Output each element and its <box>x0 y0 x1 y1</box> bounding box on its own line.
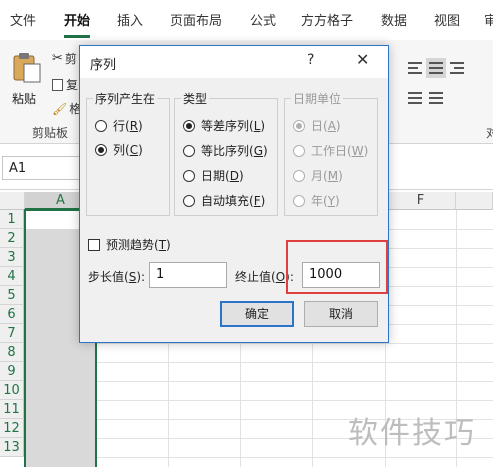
radio-date[interactable]: 日期(D) <box>183 167 244 184</box>
radio-linear[interactable]: 等差序列(L) <box>183 117 265 134</box>
row-header[interactable]: 3 <box>0 248 24 267</box>
radio-year[interactable]: 年(Y) <box>293 192 340 209</box>
decrease-indent-icon[interactable] <box>405 88 425 108</box>
date-unit-legend: 日期单位 <box>291 90 344 107</box>
column-header-f[interactable]: F <box>386 192 456 210</box>
copy-icon <box>52 78 63 91</box>
radio-button[interactable] <box>183 144 195 157</box>
radio-button[interactable] <box>293 169 305 182</box>
dialog-title: 序列 <box>90 58 117 73</box>
watermark: 软件技巧 <box>348 416 476 451</box>
row-header[interactable]: 1 <box>0 210 24 229</box>
row-header[interactable]: 2 <box>0 229 24 248</box>
scissors-icon: ✂ <box>52 51 63 66</box>
tab-formulas[interactable]: 公式 <box>250 10 276 32</box>
radio-button[interactable] <box>183 169 195 182</box>
radio-button[interactable] <box>95 119 107 132</box>
row-header[interactable]: 8 <box>0 343 24 362</box>
tab-home[interactable]: 开始 <box>64 10 91 38</box>
ribbon-tabs: 文件 开始 插入 页面布局 公式 方方格子 数据 视图 审 <box>0 0 493 40</box>
step-label: 步长值(S): <box>88 270 146 284</box>
radio-button[interactable] <box>293 144 305 157</box>
increase-indent-icon[interactable] <box>426 88 446 108</box>
row-header[interactable]: 7 <box>0 324 24 343</box>
dialog-titlebar[interactable]: 序列 ? ✕ <box>80 46 388 78</box>
paste-icon <box>13 53 41 83</box>
help-icon[interactable]: ? <box>307 52 314 68</box>
radio-rows[interactable]: 行(R) <box>95 117 143 134</box>
radio-columns[interactable]: 列(C) <box>95 141 143 158</box>
radio-button[interactable] <box>183 194 195 207</box>
row-header[interactable]: 9 <box>0 362 24 381</box>
radio-weekday[interactable]: 工作日(W) <box>293 142 368 159</box>
row-header[interactable]: 12 <box>0 419 24 438</box>
row-header[interactable]: 5 <box>0 286 24 305</box>
brush-icon: 🖌 <box>52 101 68 116</box>
radio-button[interactable] <box>183 119 195 132</box>
name-box[interactable]: A1 <box>2 156 90 180</box>
series-dialog: 序列 ? ✕ 序列产生在 行(R) 列(C) 类型 等差序列(L) 等比序列(G… <box>79 45 389 343</box>
select-all-corner[interactable] <box>0 192 25 210</box>
column-header-g[interactable] <box>456 192 493 210</box>
row-header[interactable]: 6 <box>0 305 24 324</box>
close-icon[interactable]: ✕ <box>356 50 369 69</box>
radio-month[interactable]: 月(M) <box>293 167 343 184</box>
ok-button[interactable]: 确定 <box>220 301 294 327</box>
type-legend: 类型 <box>181 90 210 107</box>
series-in-group: 序列产生在 行(R) 列(C) <box>86 90 170 216</box>
tab-fangfang[interactable]: 方方格子 <box>301 10 353 32</box>
date-unit-group: 日期单位 日(A) 工作日(W) 月(M) 年(Y) <box>284 90 378 216</box>
radio-button[interactable] <box>293 194 305 207</box>
format-painter-button[interactable]: 🖌 格 <box>52 100 81 117</box>
row-header[interactable]: 11 <box>0 400 24 419</box>
row-header[interactable]: 13 <box>0 438 24 457</box>
series-in-legend: 序列产生在 <box>93 90 158 107</box>
tab-review[interactable]: 审 <box>484 10 493 32</box>
copy-button[interactable]: 复 <box>52 76 78 93</box>
tab-insert[interactable]: 插入 <box>117 10 143 32</box>
cancel-button[interactable]: 取消 <box>304 301 378 327</box>
trend-checkbox[interactable] <box>88 238 100 251</box>
radio-button[interactable] <box>95 143 107 156</box>
step-value-input[interactable]: 1 <box>149 262 227 288</box>
radio-day[interactable]: 日(A) <box>293 117 341 134</box>
paste-button[interactable]: 粘贴 <box>8 50 44 110</box>
row-header[interactable]: 4 <box>0 267 24 286</box>
clipboard-group-label: 剪贴板 <box>32 126 69 140</box>
align-left-icon[interactable] <box>405 58 425 78</box>
tab-file[interactable]: 文件 <box>10 10 36 32</box>
radio-button[interactable] <box>293 119 305 132</box>
align-right-icon[interactable] <box>447 58 467 78</box>
row-header[interactable]: 10 <box>0 381 24 400</box>
type-group: 类型 等差序列(L) 等比序列(G) 日期(D) 自动填充(F) <box>174 90 278 216</box>
trend-checkbox-row[interactable]: 预测趋势(T) <box>88 236 171 253</box>
tab-view[interactable]: 视图 <box>434 10 460 32</box>
tab-page-layout[interactable]: 页面布局 <box>170 10 222 32</box>
cut-button[interactable]: ✂ 剪 <box>52 50 77 67</box>
tab-data[interactable]: 数据 <box>381 10 407 32</box>
radio-autofill[interactable]: 自动填充(F) <box>183 192 265 209</box>
highlight-box <box>286 240 388 294</box>
alignment-group-label: 对 <box>486 126 493 140</box>
align-center-icon[interactable] <box>426 58 446 78</box>
paste-label: 粘贴 <box>12 92 37 106</box>
radio-growth[interactable]: 等比序列(G) <box>183 142 268 159</box>
